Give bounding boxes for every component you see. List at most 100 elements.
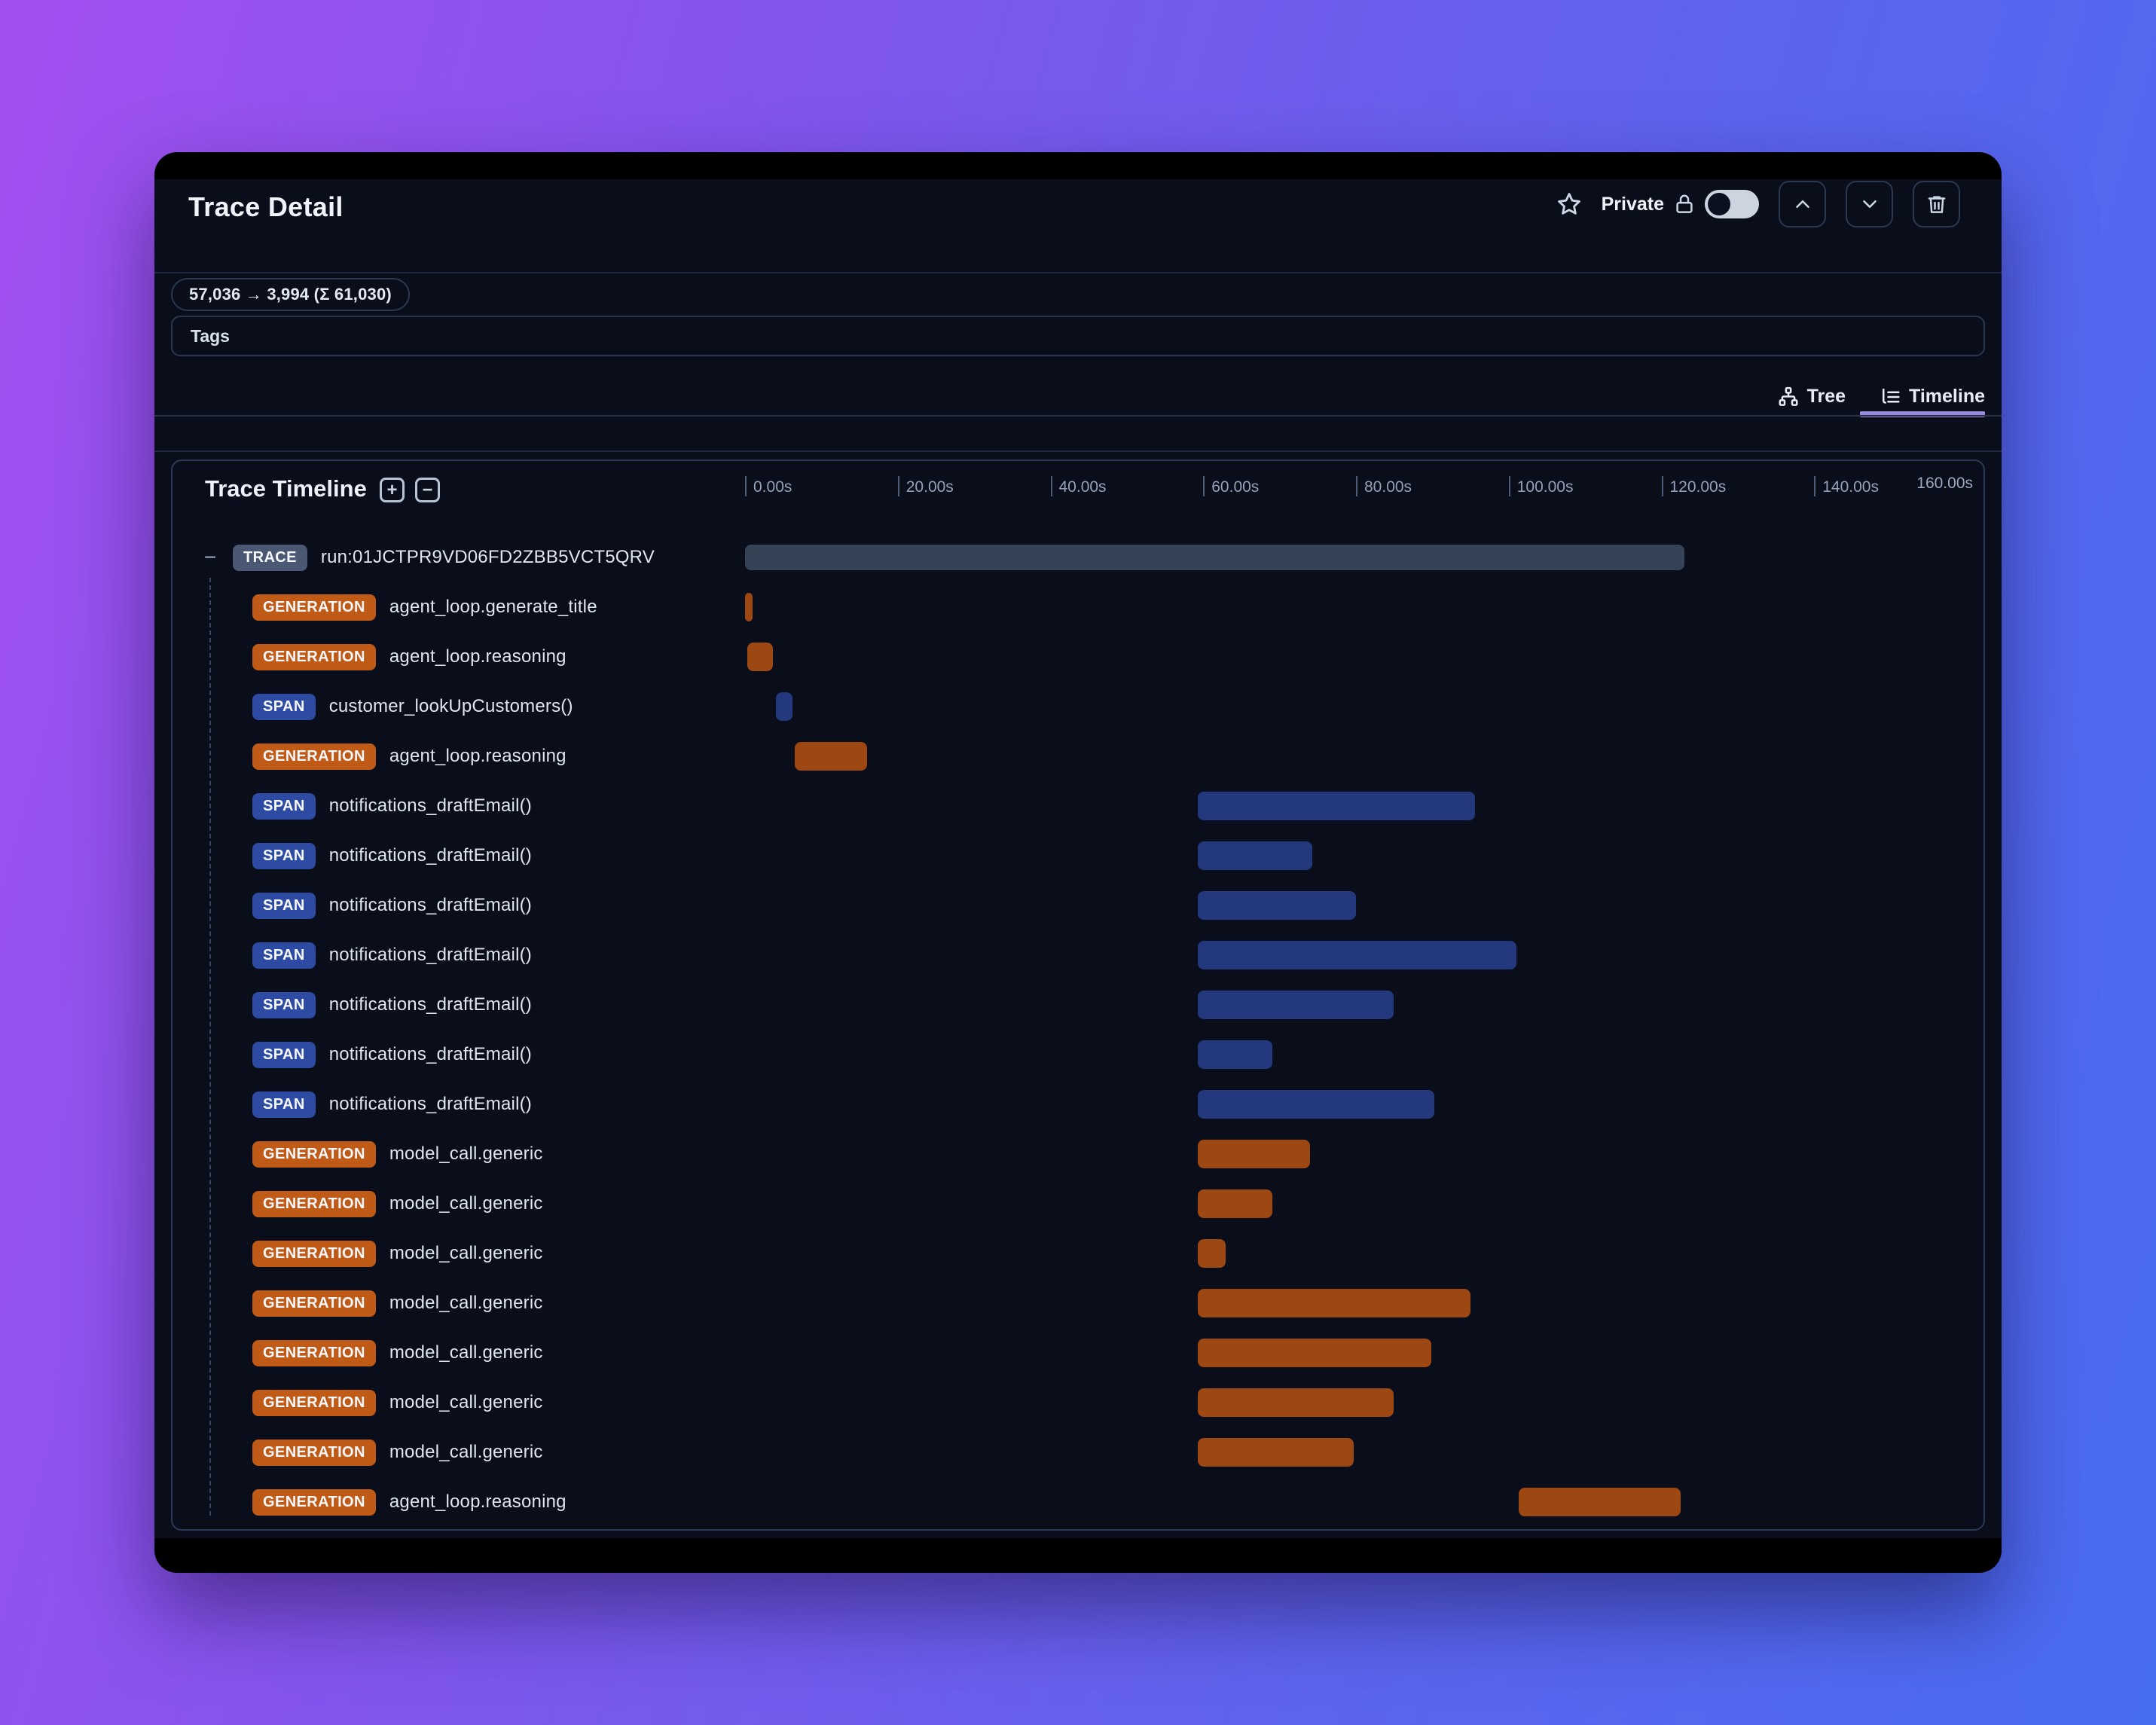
- duration-bar[interactable]: [1198, 991, 1394, 1019]
- timeline-zoom-controls: + −: [380, 478, 440, 502]
- token-usage-badge[interactable]: 57,036 → 3,994 (Σ 61,030): [171, 278, 410, 311]
- observation-type-badge: SPAN: [252, 1091, 316, 1118]
- axis-tick: 140.00s: [1814, 476, 1879, 496]
- observation-name: model_call.generic: [389, 1243, 543, 1263]
- timeline-row[interactable]: GENERATION model_call.generic: [173, 1179, 1983, 1229]
- duration-bar[interactable]: [775, 692, 792, 721]
- star-icon[interactable]: [1556, 191, 1582, 217]
- observation-name: model_call.generic: [389, 1193, 543, 1214]
- duration-bar[interactable]: [1198, 1339, 1432, 1367]
- page-title: Trace Detail: [188, 191, 344, 222]
- timeline-row[interactable]: SPAN notifications_draftEmail(): [173, 980, 1983, 1030]
- tick-label: 40.00s: [1058, 478, 1107, 496]
- observation-name: agent_loop.reasoning: [389, 1491, 566, 1512]
- timeline-row[interactable]: GENERATION model_call.generic: [173, 1229, 1983, 1278]
- collapse-all-button[interactable]: [1779, 181, 1826, 227]
- duration-bar[interactable]: [1198, 841, 1313, 870]
- timeline-row[interactable]: GENERATION model_call.generic: [173, 1129, 1983, 1179]
- duration-bar[interactable]: [745, 545, 1684, 570]
- timeline-row[interactable]: SPAN customer_lookUpCustomers(): [173, 682, 1983, 731]
- privacy-toggle[interactable]: [1705, 190, 1759, 218]
- row-info: GENERATION agent_loop.reasoning: [173, 1477, 566, 1527]
- duration-bar[interactable]: [1198, 891, 1356, 920]
- duration-bar[interactable]: [794, 742, 868, 771]
- chevron-down-icon: [1858, 193, 1881, 215]
- collapse-toggle-icon[interactable]: −: [201, 547, 219, 568]
- observation-type-badge: GENERATION: [252, 643, 376, 670]
- tab-tree-label: Tree: [1806, 386, 1846, 407]
- observation-name: notifications_draftEmail(): [328, 1044, 532, 1064]
- tabs-divider: [154, 415, 2002, 417]
- timeline-row[interactable]: GENERATION agent_loop.reasoning: [173, 731, 1983, 781]
- observation-name: agent_loop.reasoning: [389, 646, 566, 667]
- timeline-row[interactable]: GENERATION model_call.generic: [173, 1378, 1983, 1427]
- timeline-row[interactable]: SPAN notifications_draftEmail(): [173, 781, 1983, 831]
- tick-mark: [1356, 476, 1357, 496]
- header-controls: Private: [1556, 181, 1960, 227]
- timeline-rows: − TRACE run:01JCTPR9VD06FD2ZBB5VCT5QRV G…: [173, 533, 1983, 1527]
- row-info: GENERATION agent_loop.generate_title: [173, 582, 597, 632]
- duration-bar[interactable]: [1198, 941, 1516, 969]
- duration-bar[interactable]: [1198, 792, 1476, 820]
- duration-bar[interactable]: [1198, 1239, 1226, 1268]
- observation-name: notifications_draftEmail(): [328, 895, 532, 915]
- tags-container[interactable]: Tags: [171, 316, 1985, 356]
- observation-type-badge: GENERATION: [252, 1339, 376, 1366]
- timeline-row[interactable]: GENERATION agent_loop.reasoning: [173, 1477, 1983, 1527]
- timeline-row[interactable]: GENERATION model_call.generic: [173, 1427, 1983, 1477]
- duration-bar[interactable]: [1198, 1438, 1354, 1467]
- row-info: GENERATION model_call.generic: [173, 1427, 543, 1477]
- observation-type-badge: SPAN: [252, 942, 316, 969]
- row-info: − TRACE run:01JCTPR9VD06FD2ZBB5VCT5QRV: [173, 533, 655, 582]
- tick-label: 20.00s: [905, 478, 954, 496]
- tick-mark: [1508, 476, 1510, 496]
- duration-bar[interactable]: [1198, 1040, 1273, 1069]
- duration-bar[interactable]: [1198, 1090, 1435, 1119]
- duration-bar[interactable]: [747, 643, 774, 671]
- duration-bar[interactable]: [1198, 1289, 1471, 1317]
- timeline-row[interactable]: SPAN notifications_draftEmail(): [173, 1079, 1983, 1129]
- axis-end-label: 160.00s: [1916, 475, 1973, 492]
- axis-tick: 80.00s: [1356, 476, 1412, 496]
- duration-bar[interactable]: [1518, 1488, 1681, 1516]
- row-info: GENERATION model_call.generic: [173, 1229, 543, 1278]
- timeline-row[interactable]: GENERATION agent_loop.generate_title: [173, 582, 1983, 632]
- timeline-row[interactable]: SPAN notifications_draftEmail(): [173, 930, 1983, 980]
- timeline-row[interactable]: SPAN notifications_draftEmail(): [173, 1030, 1983, 1079]
- tick-mark: [1050, 476, 1052, 496]
- header-divider: [154, 272, 2002, 273]
- observation-type-badge: SPAN: [252, 1041, 316, 1068]
- row-info: SPAN notifications_draftEmail(): [173, 1079, 532, 1129]
- zoom-in-button[interactable]: +: [380, 478, 405, 502]
- observation-name: notifications_draftEmail(): [328, 795, 532, 816]
- tree-icon: [1777, 386, 1800, 408]
- duration-bar[interactable]: [1198, 1388, 1394, 1417]
- duration-bar[interactable]: [1198, 1189, 1273, 1218]
- timeline-icon: [1879, 386, 1901, 408]
- delete-trace-button[interactable]: [1913, 181, 1960, 227]
- observation-name: notifications_draftEmail(): [328, 994, 532, 1015]
- expand-all-button[interactable]: [1846, 181, 1893, 227]
- tags-label: Tags: [191, 325, 230, 346]
- axis-tick: 40.00s: [1050, 476, 1107, 496]
- duration-bar[interactable]: [1198, 1140, 1311, 1168]
- timeline-row[interactable]: GENERATION model_call.generic: [173, 1328, 1983, 1378]
- timeline-row[interactable]: GENERATION model_call.generic: [173, 1278, 1983, 1328]
- observation-type-badge: GENERATION: [252, 1439, 376, 1466]
- tick-mark: [1661, 476, 1663, 496]
- tick-label: 140.00s: [1822, 478, 1879, 496]
- tab-timeline[interactable]: Timeline: [1879, 386, 1985, 408]
- observation-name: notifications_draftEmail(): [328, 945, 532, 965]
- axis-tick: 20.00s: [897, 476, 954, 496]
- tick-label: 0.00s: [753, 478, 792, 496]
- tab-tree[interactable]: Tree: [1777, 386, 1846, 408]
- trash-icon: [1925, 193, 1948, 215]
- timeline-row[interactable]: SPAN notifications_draftEmail(): [173, 881, 1983, 930]
- tick-label: 120.00s: [1669, 478, 1727, 496]
- timeline-row[interactable]: GENERATION agent_loop.reasoning: [173, 632, 1983, 682]
- timeline-row[interactable]: − TRACE run:01JCTPR9VD06FD2ZBB5VCT5QRV: [173, 533, 1983, 582]
- zoom-out-button[interactable]: −: [415, 478, 440, 502]
- timeline-row[interactable]: SPAN notifications_draftEmail(): [173, 831, 1983, 881]
- observation-name: notifications_draftEmail(): [328, 845, 532, 866]
- duration-bar[interactable]: [745, 593, 753, 621]
